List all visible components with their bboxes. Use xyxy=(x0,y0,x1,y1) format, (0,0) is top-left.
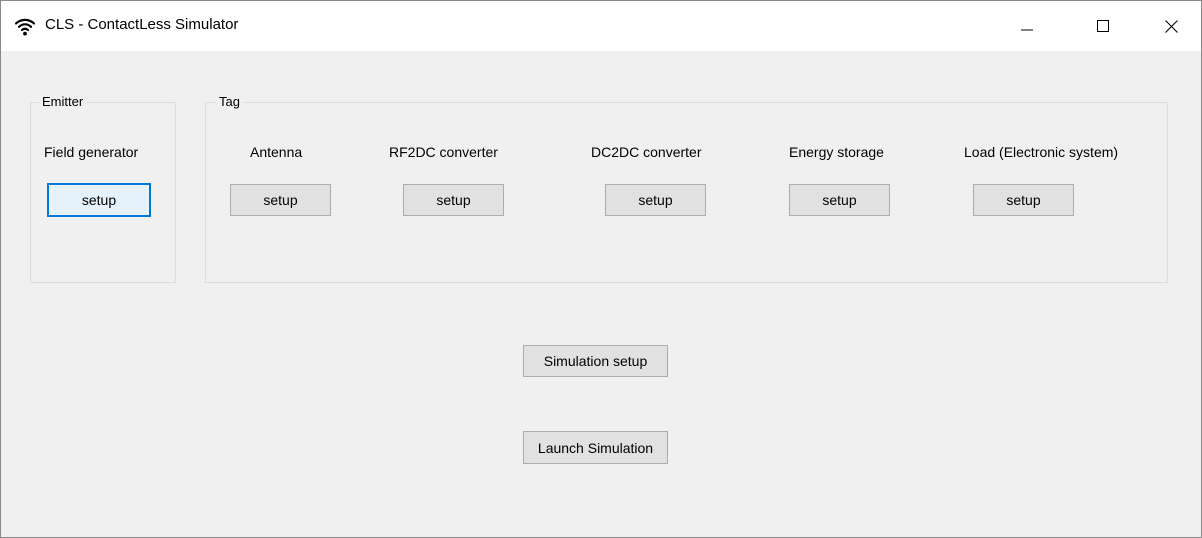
close-button[interactable] xyxy=(1148,1,1194,51)
dc2dc-setup-button[interactable]: setup xyxy=(605,184,706,216)
minimize-icon xyxy=(1021,29,1033,31)
main-window: CLS - ContactLess Simulator Emitter Fiel… xyxy=(0,0,1202,538)
energy-storage-setup-button[interactable]: setup xyxy=(789,184,890,216)
wifi-icon xyxy=(14,18,36,36)
field-generator-label: Field generator xyxy=(44,144,139,160)
rf2dc-converter-label: RF2DC converter xyxy=(389,144,498,160)
simulation-setup-button[interactable]: Simulation setup xyxy=(523,345,668,377)
close-icon xyxy=(1164,19,1178,33)
maximize-icon xyxy=(1097,20,1109,32)
energy-storage-label: Energy storage xyxy=(789,144,884,160)
load-label: Load (Electronic system) xyxy=(964,144,1119,160)
rf2dc-setup-button[interactable]: setup xyxy=(403,184,504,216)
title-bar[interactable]: CLS - ContactLess Simulator xyxy=(1,1,1201,51)
dc2dc-converter-label: DC2DC converter xyxy=(591,144,702,160)
launch-simulation-button[interactable]: Launch Simulation xyxy=(523,431,668,464)
antenna-setup-button[interactable]: setup xyxy=(230,184,331,216)
antenna-label: Antenna xyxy=(250,144,303,160)
maximize-button[interactable] xyxy=(1080,1,1126,51)
minimize-button[interactable] xyxy=(1004,1,1050,51)
window-title: CLS - ContactLess Simulator xyxy=(45,16,239,33)
emitter-legend: Emitter xyxy=(39,94,87,110)
tag-legend: Tag xyxy=(216,94,243,110)
load-setup-button[interactable]: setup xyxy=(973,184,1074,216)
field-generator-setup-button[interactable]: setup xyxy=(47,183,151,217)
